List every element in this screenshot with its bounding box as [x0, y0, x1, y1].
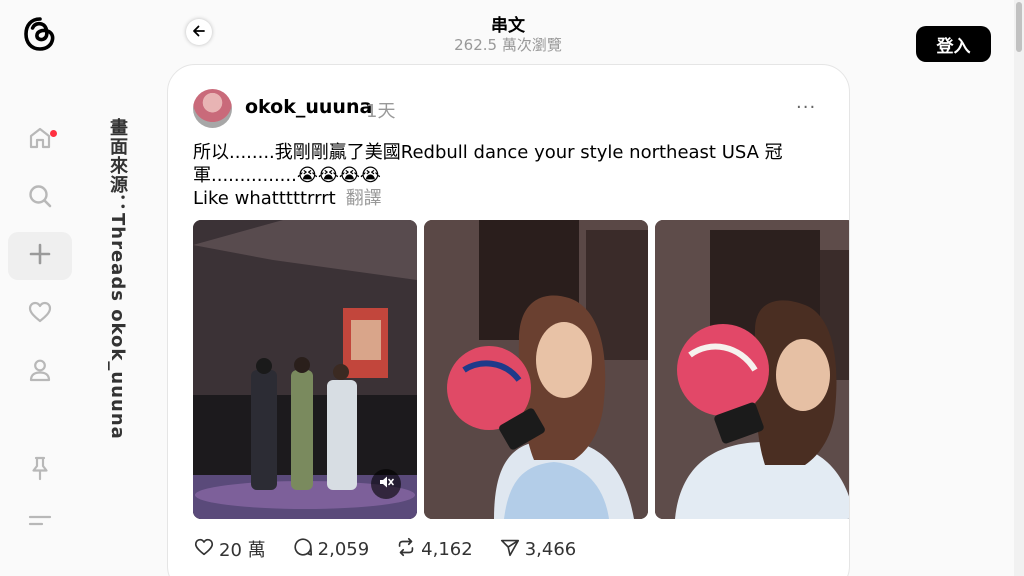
- nav-search[interactable]: [8, 174, 72, 222]
- comment-icon: [292, 536, 318, 563]
- nav-pinned[interactable]: [8, 446, 72, 494]
- notification-dot: [50, 130, 57, 137]
- mute-icon: [378, 474, 394, 494]
- share-button[interactable]: 3,466: [499, 536, 577, 563]
- repost-count: 4,162: [421, 538, 473, 560]
- plus-icon: [27, 241, 53, 271]
- comment-count: 2,059: [317, 538, 370, 560]
- repost-icon: [395, 536, 421, 563]
- comment-button[interactable]: 2,059: [292, 536, 370, 563]
- post-text-line: 軍...............😭😭😭😭: [193, 165, 381, 186]
- page-title: 串文: [491, 16, 525, 36]
- post-text: 所以........我剛剛贏了美國Redbull dance your styl…: [193, 141, 803, 210]
- scrollbar-thumb[interactable]: [1016, 2, 1022, 52]
- translate-link[interactable]: 翻譯: [346, 188, 382, 209]
- post-text-line: 所以........我剛剛贏了美國Redbull dance your styl…: [193, 142, 783, 163]
- photo-illustration: [424, 220, 648, 519]
- login-button[interactable]: 登入: [916, 26, 991, 62]
- more-options-icon[interactable]: ···: [796, 97, 816, 118]
- media-image[interactable]: [424, 220, 648, 519]
- menu-icon: [27, 507, 53, 537]
- nav-menu[interactable]: [8, 498, 72, 546]
- nav-profile[interactable]: [8, 348, 72, 396]
- user-icon: [27, 357, 53, 387]
- avatar[interactable]: [193, 89, 232, 128]
- repost-button[interactable]: 4,162: [395, 536, 473, 563]
- media-image[interactable]: [655, 220, 849, 519]
- nav-home[interactable]: [8, 116, 72, 164]
- scrollbar[interactable]: [1014, 0, 1024, 576]
- mute-button[interactable]: [371, 469, 401, 499]
- sidebar: [0, 0, 80, 576]
- source-watermark: 畫面來源：Threads okok_uuuna: [107, 118, 128, 440]
- nav-activity[interactable]: [8, 290, 72, 338]
- back-button[interactable]: [186, 19, 212, 45]
- username[interactable]: okok_uuuna: [245, 96, 372, 118]
- post-time[interactable]: 1天: [366, 97, 395, 123]
- pin-icon: [27, 455, 53, 485]
- like-button[interactable]: 20 萬: [193, 536, 266, 563]
- post-actions: 20 萬 2,059 4,162 3,466: [193, 535, 602, 563]
- like-count: 20 萬: [219, 540, 266, 561]
- post-text-line: Like whatttttrrrt: [193, 188, 336, 209]
- post-card: okok_uuuna 1天 ··· 所以........我剛剛贏了美國Redbu…: [167, 64, 850, 576]
- media-video[interactable]: [193, 220, 417, 519]
- threads-logo-icon[interactable]: [22, 16, 58, 52]
- nav-create[interactable]: [8, 232, 72, 280]
- heart-icon: [193, 536, 219, 563]
- share-icon: [499, 536, 525, 563]
- heart-icon: [27, 299, 53, 329]
- search-icon: [27, 183, 53, 213]
- share-count: 3,466: [524, 538, 577, 560]
- view-count: 262.5 萬次瀏覽: [454, 36, 562, 54]
- home-icon: [27, 125, 53, 155]
- photo-illustration: [655, 220, 849, 519]
- arrow-left-icon: [192, 23, 206, 42]
